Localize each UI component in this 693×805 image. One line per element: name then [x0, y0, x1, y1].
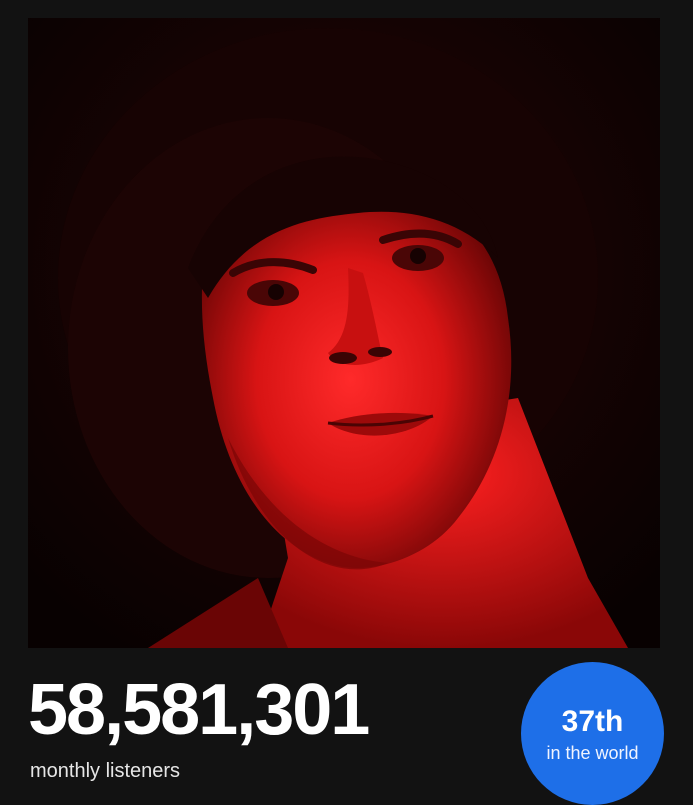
world-rank-value: 37th — [561, 704, 624, 738]
artist-photo — [28, 18, 660, 648]
monthly-listeners-count: 58,581,301 — [28, 670, 370, 750]
artist-stats-card: 58,581,301 monthly listeners 37th in the… — [0, 0, 693, 805]
world-rank-label: in the world — [546, 742, 639, 763]
monthly-listeners-label: monthly listeners — [30, 760, 181, 782]
world-rank-badge: 37th in the world — [521, 662, 664, 805]
